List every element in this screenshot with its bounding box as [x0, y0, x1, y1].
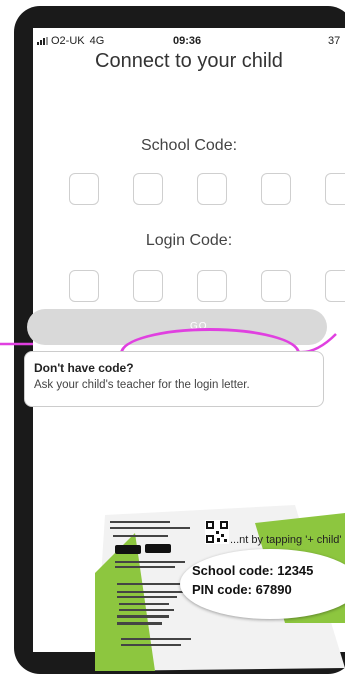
school-code-digit-4[interactable]: [261, 173, 291, 205]
code-callout-bubble: School code: 12345 PIN code: 67890: [180, 549, 345, 619]
carrier-info: O2-UK 4G: [37, 35, 104, 47]
signal-icon: [37, 37, 48, 45]
login-code-digit-4[interactable]: [261, 270, 291, 302]
school-code-digit-2[interactable]: [133, 173, 163, 205]
hint-text: Ask your child's teacher for the login l…: [34, 379, 250, 391]
clock: 09:36: [173, 35, 202, 47]
battery-level: 37: [328, 35, 341, 47]
carrier-name: O2-UK: [51, 35, 85, 47]
letter-tap-text: ...nt by tapping '+ child': [230, 534, 342, 546]
network-type: 4G: [89, 35, 105, 47]
login-code-digit-3[interactable]: [197, 270, 227, 302]
school-code-example: School code: 12345: [192, 563, 314, 578]
qr-code-icon: [205, 520, 229, 544]
hint-title: Don't have code?: [34, 361, 134, 375]
pin-code-example: PIN code: 67890: [192, 582, 292, 597]
login-code-digit-2[interactable]: [133, 270, 163, 302]
school-code-label: School Code:: [140, 137, 238, 154]
page-title: Connect to your child: [95, 50, 283, 72]
no-code-hint-card: Don't have code? Ask your child's teache…: [24, 351, 324, 407]
school-code-digit-5[interactable]: [325, 173, 345, 205]
login-code-digit-1[interactable]: [69, 270, 99, 302]
school-code-digit-1[interactable]: [69, 173, 99, 205]
login-code-digit-5[interactable]: [325, 270, 345, 302]
school-code-digit-3[interactable]: [197, 173, 227, 205]
login-code-label: Login Code:: [145, 232, 233, 249]
